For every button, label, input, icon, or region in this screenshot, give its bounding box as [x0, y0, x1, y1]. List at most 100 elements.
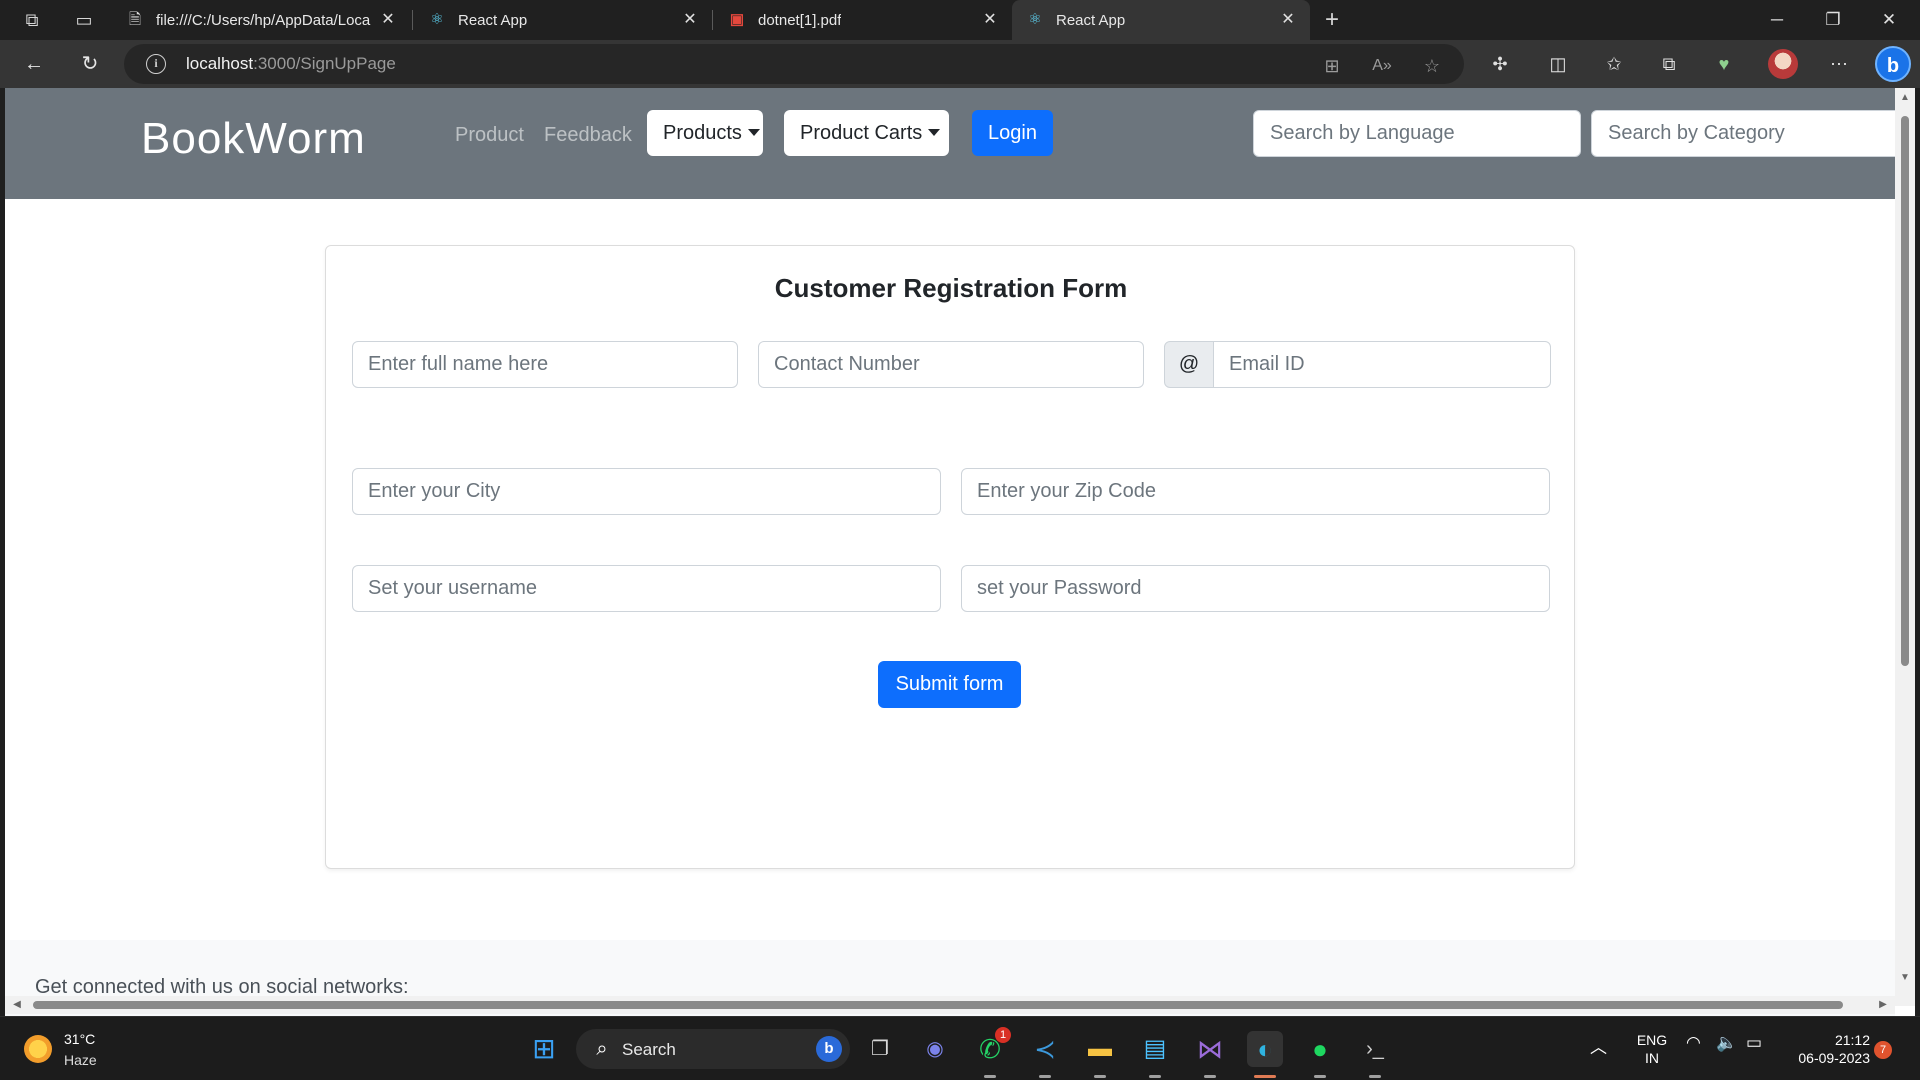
language-code: ENG — [1636, 1032, 1668, 1048]
scroll-left-icon[interactable]: ◀ — [11, 999, 23, 1011]
page-viewport: BookWorm Product Feedback Products Produ… — [5, 88, 1915, 1016]
tab-dotnet-pdf[interactable]: ▣ dotnet[1].pdf ✕ — [714, 0, 1012, 40]
tab-actions-icon[interactable]: ▭ — [72, 8, 96, 32]
form-title: Customer Registration Form — [774, 273, 1128, 303]
vscode-icon[interactable]: ≺ — [1027, 1031, 1063, 1067]
vertical-scrollbar[interactable]: ▲ ▼ — [1895, 88, 1915, 1006]
zip-code-input[interactable]: Enter your Zip Code — [961, 468, 1550, 515]
more-options-icon[interactable]: ⋯ — [1826, 52, 1852, 78]
registration-card: Customer Registration Form Enter full na… — [325, 245, 1575, 869]
read-aloud-icon[interactable]: A» — [1370, 54, 1394, 78]
file-explorer-icon[interactable]: ▬ — [1082, 1031, 1118, 1067]
weather-haze-icon[interactable] — [24, 1035, 52, 1063]
tab-title: dotnet[1].pdf — [758, 12, 842, 29]
product-carts-dropdown[interactable]: Product Carts — [784, 110, 949, 156]
search-category-input[interactable]: Search by Category — [1591, 110, 1901, 157]
split-screen-icon[interactable]: ◫ — [1545, 52, 1571, 78]
notepad-icon[interactable]: ▤ — [1137, 1031, 1173, 1067]
favorites-icon[interactable]: ✩ — [1601, 52, 1627, 78]
edge-icon[interactable]: ◐ — [1247, 1031, 1283, 1067]
running-indicator — [984, 1075, 996, 1078]
clock-date: 06-09-2023 — [1798, 1050, 1870, 1066]
nav-link-feedback[interactable]: Feedback — [544, 124, 632, 147]
weather-description[interactable]: Haze — [64, 1052, 97, 1068]
scroll-down-icon[interactable]: ▼ — [1899, 972, 1911, 984]
pdf-file-icon: 🗎 — [128, 11, 142, 28]
weather-temperature[interactable]: 31°C — [64, 1031, 95, 1047]
tab-react-app-1[interactable]: ⚛ React App ✕ — [414, 0, 712, 40]
window-close-icon[interactable]: ✕ — [1874, 6, 1904, 34]
tab-file[interactable]: 🗎 file:///C:/Users/hp/AppData/Loca ✕ — [112, 0, 410, 40]
wifi-icon[interactable]: ◠ — [1686, 1033, 1701, 1053]
url-host: localhost — [186, 54, 254, 73]
minimize-icon[interactable]: ─ — [1762, 6, 1792, 34]
react-icon: ⚛ — [430, 11, 444, 28]
back-icon[interactable]: ← — [22, 52, 46, 76]
input-language[interactable]: ENG IN — [1635, 1031, 1669, 1067]
favorite-star-icon[interactable]: ☆ — [1420, 54, 1444, 78]
running-indicator — [1204, 1075, 1216, 1078]
email-at-addon: @ — [1164, 341, 1214, 388]
scroll-up-icon[interactable]: ▲ — [1899, 92, 1911, 104]
brand-logo[interactable]: BookWorm — [141, 114, 366, 164]
windows-start-icon[interactable]: ⊞ — [526, 1031, 562, 1067]
submit-form-button[interactable]: Submit form — [878, 661, 1021, 708]
show-hidden-icons-icon[interactable]: ︿ — [1590, 1033, 1607, 1058]
horizontal-scrollbar[interactable]: ◀ ▶ — [5, 996, 1895, 1014]
bing-copilot-icon[interactable]: b — [1875, 46, 1911, 82]
products-dropdown-label: Products — [663, 122, 742, 144]
products-dropdown[interactable]: Products — [647, 110, 763, 156]
taskbar-search-label: Search — [622, 1040, 676, 1059]
system-clock[interactable]: 21:12 06-09-2023 — [1780, 1031, 1870, 1067]
volume-icon[interactable]: 🔈 — [1716, 1033, 1737, 1053]
city-input[interactable]: Enter your City — [352, 468, 941, 515]
refresh-icon[interactable]: ↻ — [78, 52, 102, 76]
whatsapp-badge: 1 — [995, 1027, 1011, 1043]
close-icon[interactable]: ✕ — [378, 10, 398, 30]
site-info-icon[interactable]: i — [146, 54, 166, 74]
new-tab-icon[interactable]: + — [1320, 8, 1344, 32]
tab-title: file:///C:/Users/hp/AppData/Loca — [156, 12, 371, 29]
profile-avatar[interactable] — [1768, 49, 1798, 79]
close-icon[interactable]: ✕ — [680, 10, 700, 30]
tab-separator — [712, 10, 713, 30]
close-icon[interactable]: ✕ — [1278, 10, 1298, 30]
login-button[interactable]: Login — [972, 110, 1053, 156]
task-view-icon[interactable]: ❐ — [862, 1031, 898, 1067]
browser-essentials-icon[interactable]: ♥ — [1711, 52, 1737, 78]
full-name-input[interactable]: Enter full name here — [352, 341, 738, 388]
battery-icon[interactable]: ▭ — [1746, 1033, 1762, 1053]
taskbar-search[interactable]: ⌕ Search b — [576, 1029, 850, 1069]
active-indicator — [1254, 1075, 1276, 1078]
search-language-input[interactable]: Search by Language — [1253, 110, 1581, 157]
tab-title: React App — [458, 12, 528, 29]
site-navbar: BookWorm Product Feedback Products Produ… — [5, 88, 1901, 199]
app-available-icon[interactable]: ⊞ — [1320, 54, 1344, 78]
notification-badge[interactable]: 7 — [1874, 1041, 1892, 1059]
collections-icon[interactable]: ⧉ — [1656, 52, 1682, 78]
language-region: IN — [1645, 1050, 1659, 1066]
tab-react-app-active[interactable]: ⚛ React App ✕ — [1012, 0, 1310, 40]
url-text: localhost:3000/SignUpPage — [186, 54, 396, 74]
running-indicator — [1314, 1075, 1326, 1078]
scroll-right-icon[interactable]: ▶ — [1877, 999, 1889, 1011]
address-bar[interactable]: i localhost:3000/SignUpPage ⊞ A» ☆ — [124, 44, 1464, 84]
terminal-icon[interactable]: ›_ — [1357, 1031, 1393, 1067]
horizontal-scroll-thumb[interactable] — [33, 1001, 1843, 1009]
username-input[interactable]: Set your username — [352, 565, 941, 612]
visual-studio-icon[interactable]: ⋈ — [1192, 1031, 1228, 1067]
spotify-icon[interactable]: ● — [1302, 1031, 1338, 1067]
vertical-scroll-thumb[interactable] — [1901, 116, 1909, 666]
product-carts-dropdown-label: Product Carts — [800, 122, 923, 144]
workspaces-icon[interactable]: ⧉ — [20, 8, 44, 32]
extensions-icon[interactable]: ✣ — [1487, 52, 1513, 78]
running-indicator — [1369, 1075, 1381, 1078]
teams-chat-icon[interactable]: ◉ — [917, 1031, 953, 1067]
contact-number-input[interactable]: Contact Number — [758, 341, 1144, 388]
react-icon: ⚛ — [1028, 11, 1042, 28]
restore-icon[interactable]: ❐ — [1818, 6, 1848, 34]
nav-link-product[interactable]: Product — [455, 124, 524, 147]
email-input[interactable]: Email ID — [1213, 341, 1551, 388]
close-icon[interactable]: ✕ — [980, 10, 1000, 30]
password-input[interactable]: set your Password — [961, 565, 1550, 612]
